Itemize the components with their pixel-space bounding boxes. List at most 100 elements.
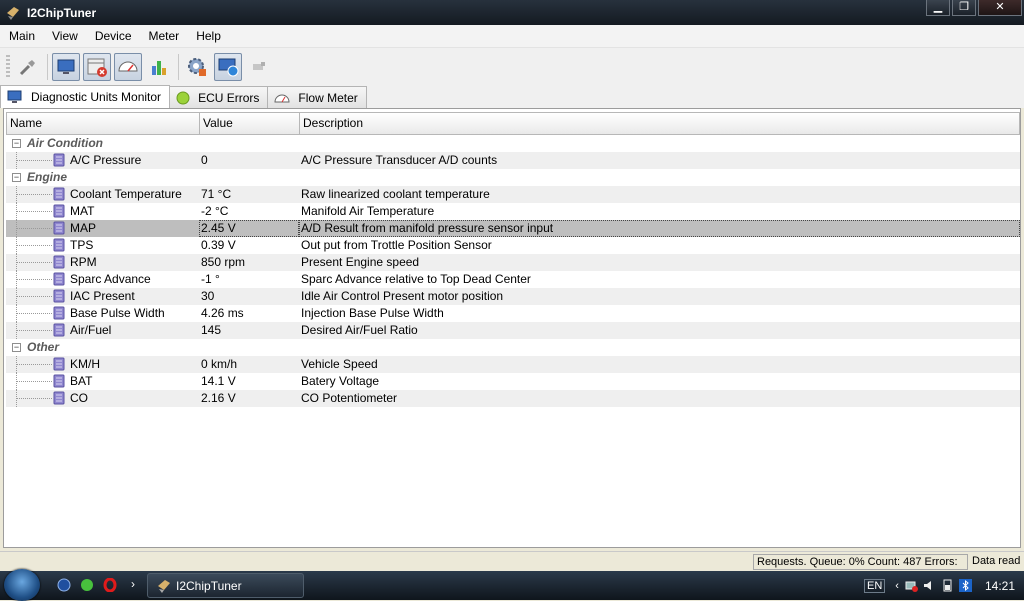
volume-icon[interactable] xyxy=(923,579,936,592)
errors-button[interactable] xyxy=(83,52,111,81)
unit-name: TPS xyxy=(70,238,94,252)
table-row[interactable]: Air/Fuel 145 Desired Air/Fuel Ratio xyxy=(6,322,1020,339)
table-row[interactable]: Coolant Temperature 71 °C Raw linearized c… xyxy=(6,186,1020,203)
unit-name: IAC Present xyxy=(70,289,135,303)
column-header-description[interactable]: Description xyxy=(300,113,1019,134)
table-header: Name Value Description xyxy=(6,112,1020,135)
disabled-tool-button[interactable] xyxy=(245,53,273,81)
menu-help[interactable]: Help xyxy=(187,29,229,43)
globe-icon[interactable] xyxy=(57,578,71,592)
group-row[interactable]: − Air Condition xyxy=(6,135,1020,152)
table-row[interactable]: CO 2.16 V CO Potentiometer xyxy=(6,390,1020,407)
table-row[interactable]: Sparc Advance -1 ° Sparc Advance relative … xyxy=(6,271,1020,288)
menu-main[interactable]: Main xyxy=(0,29,43,43)
unit-name: Coolant Temperature xyxy=(70,187,182,201)
title-bar: I2ChipTuner ▁ ❐ ✕ xyxy=(0,0,1024,25)
table-row[interactable]: RPM 850 rpm Present Engine speed xyxy=(6,254,1020,271)
tab-label: Flow Meter xyxy=(298,90,358,105)
toolbar xyxy=(0,48,1024,85)
unit-description: Injection Base Pulse Width xyxy=(301,306,444,320)
unit-value: 14.1 V xyxy=(201,374,236,388)
unit-description: Raw linearized coolant temperature xyxy=(301,187,490,201)
unit-description: Present Engine speed xyxy=(301,255,420,269)
system-tray: EN ‹ 14:21 xyxy=(864,571,1024,600)
calendar-error-icon xyxy=(87,58,107,77)
menu-meter[interactable]: Meter xyxy=(140,29,188,43)
unit-description: Batery Voltage xyxy=(301,374,380,388)
language-indicator[interactable]: EN xyxy=(864,578,886,593)
collapse-icon[interactable]: − xyxy=(12,139,21,148)
column-header-value[interactable]: Value xyxy=(200,113,300,134)
table-row[interactable]: Base Pulse Width 4.26 ms Injection Base Pu… xyxy=(6,305,1020,322)
unit-value: 850 rpm xyxy=(201,255,246,269)
tab-diagnostic-units-monitor[interactable]: Diagnostic Units Monitor xyxy=(0,85,171,108)
unit-value: 4.26 ms xyxy=(201,306,244,320)
settings-button[interactable] xyxy=(183,53,211,81)
taskbar-app-button[interactable]: I2ChipTuner xyxy=(147,573,304,598)
unit-value: 0 xyxy=(201,153,208,167)
column-header-name[interactable]: Name xyxy=(7,113,200,134)
maximize-button[interactable]: ❐ xyxy=(952,0,976,16)
gauge-icon xyxy=(118,61,138,71)
unit-value: -1 ° xyxy=(201,272,220,286)
settings-icon xyxy=(188,57,206,76)
tray-expand-icon[interactable]: ‹ xyxy=(895,580,899,592)
table-row[interactable]: MAP 2.45 V A/D Result from manifold pressu… xyxy=(6,220,1020,237)
table-row[interactable]: KM/H 0 km/h Vehicle Speed xyxy=(6,356,1020,373)
close-button[interactable]: ✕ xyxy=(978,0,1022,16)
table-row[interactable]: TPS 0.39 V Out put from Trottle Position S… xyxy=(6,237,1020,254)
tab-ecu-errors[interactable]: ECU Errors xyxy=(169,86,269,108)
menu-view[interactable]: View xyxy=(43,29,86,43)
quick-launch-more[interactable]: › xyxy=(131,577,135,591)
monitor-check-icon xyxy=(218,58,239,76)
chart-button[interactable] xyxy=(145,53,173,81)
tab-bar: Diagnostic Units Monitor ECU Errors Flow… xyxy=(0,85,1024,108)
app-icon xyxy=(7,6,19,20)
menu-device[interactable]: Device xyxy=(86,29,140,43)
data-unit-icon xyxy=(53,323,65,337)
start-button[interactable] xyxy=(4,569,40,601)
battery-icon[interactable] xyxy=(941,579,954,592)
data-status: Data read xyxy=(972,555,1021,567)
unit-value: 0.39 V xyxy=(201,238,236,252)
unit-description: Sparc Advance relative to Top Dead Cente… xyxy=(301,272,531,286)
gauge-button[interactable] xyxy=(114,52,142,81)
minimize-button[interactable]: ▁ xyxy=(926,0,950,16)
table-row[interactable]: A/C Pressure 0 A/C Pressure Transducer A/D… xyxy=(6,152,1020,169)
unit-description: CO Potentiometer xyxy=(301,391,398,405)
collapse-icon[interactable]: − xyxy=(12,173,21,182)
unit-name: BAT xyxy=(70,374,93,388)
table-row[interactable]: MAT -2 °C Manifold Air Temperature xyxy=(6,203,1020,220)
group-row[interactable]: − Other xyxy=(6,339,1020,356)
unit-description: Out put from Trottle Position Sensor xyxy=(301,238,492,252)
table-row[interactable]: BAT 14.1 V Batery Voltage xyxy=(6,373,1020,390)
group-label: Air Condition xyxy=(27,136,103,150)
data-unit-icon xyxy=(53,204,65,218)
toolbar-grip[interactable] xyxy=(6,54,10,79)
monitor-icon xyxy=(7,90,22,103)
wrench-icon xyxy=(19,59,35,75)
data-unit-icon xyxy=(53,289,65,303)
toolbar-separator xyxy=(178,53,179,80)
unit-name: MAT xyxy=(70,204,95,218)
data-unit-icon xyxy=(53,357,65,371)
collapse-icon[interactable]: − xyxy=(12,343,21,352)
group-row[interactable]: − Engine xyxy=(6,169,1020,186)
tab-label: Diagnostic Units Monitor xyxy=(31,90,162,104)
data-unit-icon xyxy=(53,255,65,269)
wrench-button[interactable] xyxy=(14,53,42,81)
unit-value: 0 km/h xyxy=(201,357,238,371)
monitor-check-button[interactable] xyxy=(214,52,242,81)
flower-icon[interactable] xyxy=(80,578,94,592)
status-light-icon xyxy=(176,91,190,104)
network-icon[interactable] xyxy=(905,579,918,592)
bluetooth-icon[interactable] xyxy=(958,579,972,592)
monitor-button[interactable] xyxy=(52,52,80,81)
monitor-icon xyxy=(57,59,75,74)
opera-icon[interactable] xyxy=(103,578,117,592)
tab-flow-meter[interactable]: Flow Meter xyxy=(267,86,367,108)
unit-name: KM/H xyxy=(70,357,100,371)
clock[interactable]: 14:21 xyxy=(985,579,1015,593)
table-row[interactable]: IAC Present 30 Idle Air Control Present mo… xyxy=(6,288,1020,305)
data-unit-icon xyxy=(53,153,65,167)
